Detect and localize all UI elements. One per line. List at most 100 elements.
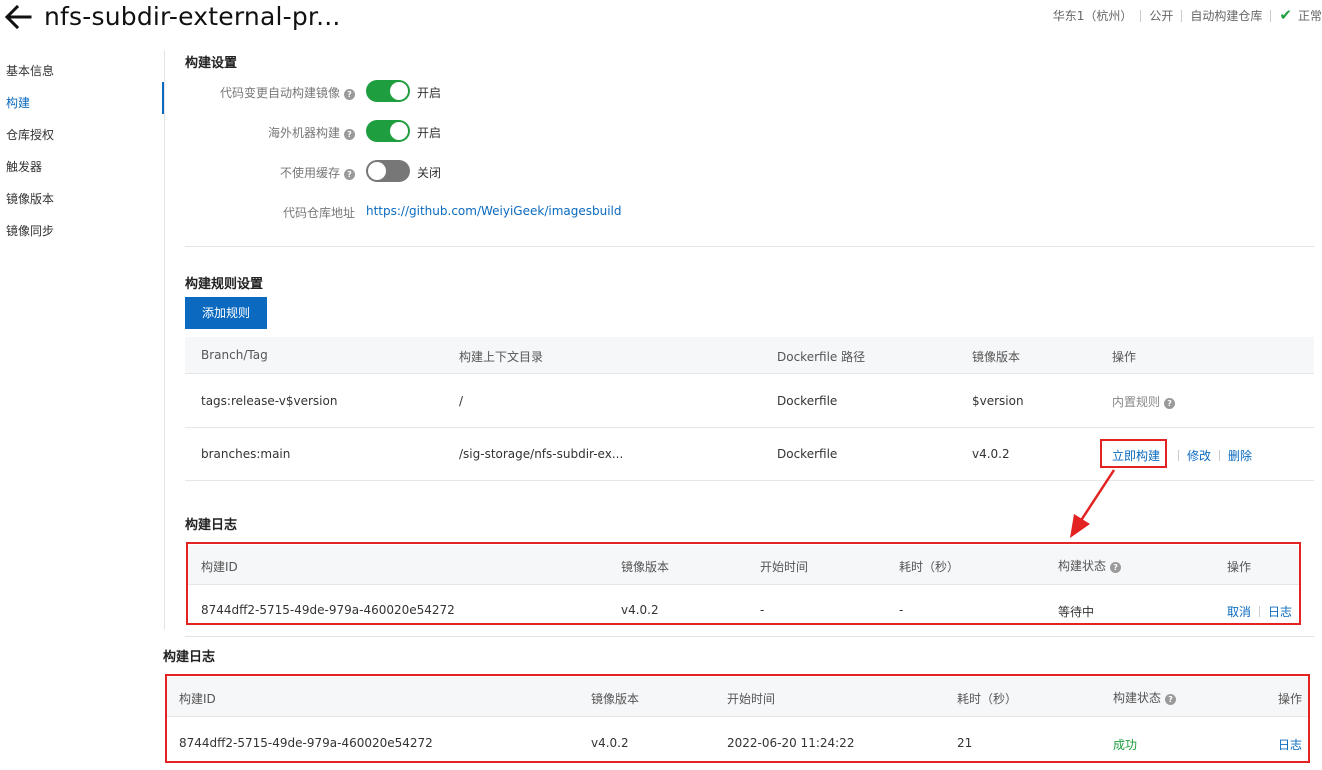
duration-cell: - (899, 603, 904, 617)
help-icon[interactable]: ? (344, 129, 355, 140)
help-icon[interactable]: ? (1110, 562, 1122, 573)
build-rules-title: 构建规则设置 (185, 277, 264, 292)
start-time-cell: 2022-06-20 11:24:22 (727, 736, 855, 750)
help-icon[interactable]: ? (344, 169, 355, 180)
log-table-header: 构建ID 镜像版本 开始时间 耗时（秒） 构建状态? 操作 (188, 545, 1299, 585)
check-icon: ✔ (1279, 6, 1292, 24)
sidebar-item-basic-info[interactable]: 基本信息 (6, 62, 54, 79)
table-row: 8744dff2-5715-49de-979a-460020e54272 v4.… (167, 718, 1308, 764)
divider (1259, 606, 1261, 617)
column-header: 构建ID (179, 692, 216, 706)
overseas-build-label: 海外机器构建 (267, 126, 340, 140)
toggle-knob (390, 82, 408, 100)
context-cell: /sig-storage/nfs-subdir-ex... (459, 447, 624, 461)
edit-link[interactable]: 修改 (1187, 449, 1211, 463)
column-header: Branch/Tag (201, 348, 268, 362)
repo-url-link[interactable]: https://github.com/WeiyiGeek/imagesbuild (366, 204, 622, 218)
repo-url-row: 代码仓库地址 https://github.com/WeiyiGeek/imag… (185, 200, 685, 224)
overseas-build-toggle[interactable] (366, 120, 410, 142)
column-header: 操作 (1278, 692, 1303, 706)
auto-build-label: 代码变更自动构建镜像 (219, 86, 340, 100)
column-header: 镜像版本 (591, 692, 640, 706)
status-cell: 等待中 (1058, 605, 1095, 619)
repo-meta: 华东1（杭州） 公开 自动构建仓库 ✔ 正常 (1053, 7, 1322, 24)
auto-build-state: 开启 (417, 86, 442, 100)
no-cache-state: 关闭 (417, 166, 442, 180)
divider (1178, 450, 1180, 461)
table-row: tags:release-v$version / Dockerfile $ver… (185, 375, 1314, 428)
branch-cell: tags:release-v$version (201, 394, 338, 408)
column-header: Dockerfile 路径 (777, 350, 866, 364)
toggle-knob (368, 162, 386, 180)
version-cell: v4.0.2 (972, 447, 1010, 461)
section-divider (185, 246, 1314, 247)
auto-build-toggle[interactable] (366, 80, 410, 102)
build-id-cell: 8744dff2-5715-49de-979a-460020e54272 (179, 736, 433, 750)
no-cache-row: 不使用缓存? 关闭 (185, 160, 685, 184)
visibility-text: 公开 (1149, 9, 1174, 23)
builtin-rule-text: 内置规则 (1112, 395, 1161, 409)
sidebar-item-repo-auth[interactable]: 仓库授权 (6, 126, 54, 143)
build-log-title: 构建日志 (163, 650, 216, 665)
column-header: 构建状态 (1113, 691, 1162, 705)
build-id-cell: 8744dff2-5715-49de-979a-460020e54272 (201, 603, 455, 617)
column-header: 镜像版本 (621, 560, 670, 574)
page-title: nfs-subdir-external-pr... (44, 2, 341, 31)
column-header: 开始时间 (727, 692, 776, 706)
build-now-link[interactable]: 立即构建 (1112, 449, 1160, 463)
status-text: 正常 (1297, 9, 1322, 23)
start-time-cell: - (760, 603, 765, 617)
table-row: 8744dff2-5715-49de-979a-460020e54272 v4.… (188, 586, 1299, 632)
section-divider (185, 636, 1314, 637)
column-header: 开始时间 (760, 560, 809, 574)
build-log-title: 构建日志 (185, 518, 238, 533)
toggle-knob (390, 122, 408, 140)
sidebar-item-triggers[interactable]: 触发器 (6, 158, 42, 175)
context-cell: / (459, 394, 464, 408)
log-link[interactable]: 日志 (1278, 736, 1302, 753)
column-header: 操作 (1112, 350, 1137, 364)
header: nfs-subdir-external-pr... 华东1（杭州） 公开 自动构… (0, 0, 1322, 40)
version-cell: $version (972, 394, 1024, 408)
branch-cell: branches:main (201, 447, 291, 461)
sidebar-item-image-versions[interactable]: 镜像版本 (6, 190, 54, 207)
overseas-build-row: 海外机器构建? 开启 (185, 120, 685, 144)
cancel-link[interactable]: 取消 (1227, 605, 1251, 619)
delete-link[interactable]: 删除 (1228, 449, 1252, 463)
version-cell: v4.0.2 (591, 736, 629, 750)
column-header: 构建状态 (1058, 559, 1107, 573)
sidebar-item-build[interactable]: 构建 (6, 94, 30, 111)
region-text: 华东1（杭州） (1052, 9, 1133, 23)
repo-url-label: 代码仓库地址 (282, 206, 355, 220)
column-header: 构建上下文目录 (459, 350, 544, 364)
status-cell: 成功 (1113, 738, 1138, 752)
version-cell: v4.0.2 (621, 603, 659, 617)
help-icon[interactable]: ? (344, 89, 355, 100)
repo-type-text: 自动构建仓库 (1190, 9, 1263, 23)
column-header: 操作 (1227, 560, 1252, 574)
divider (1270, 9, 1272, 22)
column-header: 耗时（秒） (899, 560, 960, 574)
column-header: 耗时（秒） (957, 692, 1018, 706)
table-row: branches:main /sig-storage/nfs-subdir-ex… (185, 428, 1314, 481)
duration-cell: 21 (957, 736, 973, 750)
column-header: 构建ID (201, 560, 238, 574)
no-cache-toggle[interactable] (366, 160, 410, 182)
help-icon[interactable]: ? (1164, 398, 1176, 409)
divider (1181, 9, 1183, 22)
log-table-header: 构建ID 镜像版本 开始时间 耗时（秒） 构建状态? 操作 (167, 677, 1308, 717)
help-icon[interactable]: ? (1165, 694, 1177, 705)
back-arrow-icon[interactable] (4, 4, 32, 30)
row-actions: 取消 日志 (1227, 603, 1292, 620)
rules-table-header: Branch/Tag 构建上下文目录 Dockerfile 路径 镜像版本 操作 (185, 337, 1314, 374)
add-rule-button[interactable]: 添加规则 (185, 297, 267, 329)
divider (1219, 450, 1221, 461)
dockerfile-cell: Dockerfile (777, 447, 838, 461)
sidebar-item-image-sync[interactable]: 镜像同步 (6, 222, 54, 239)
auto-build-row: 代码变更自动构建镜像? 开启 (185, 80, 685, 104)
no-cache-label: 不使用缓存 (279, 166, 340, 180)
log-link[interactable]: 日志 (1268, 605, 1292, 619)
divider (1140, 9, 1142, 22)
overseas-build-state: 开启 (417, 126, 442, 140)
row-actions: 立即构建 修改 删除 (1112, 447, 1252, 464)
